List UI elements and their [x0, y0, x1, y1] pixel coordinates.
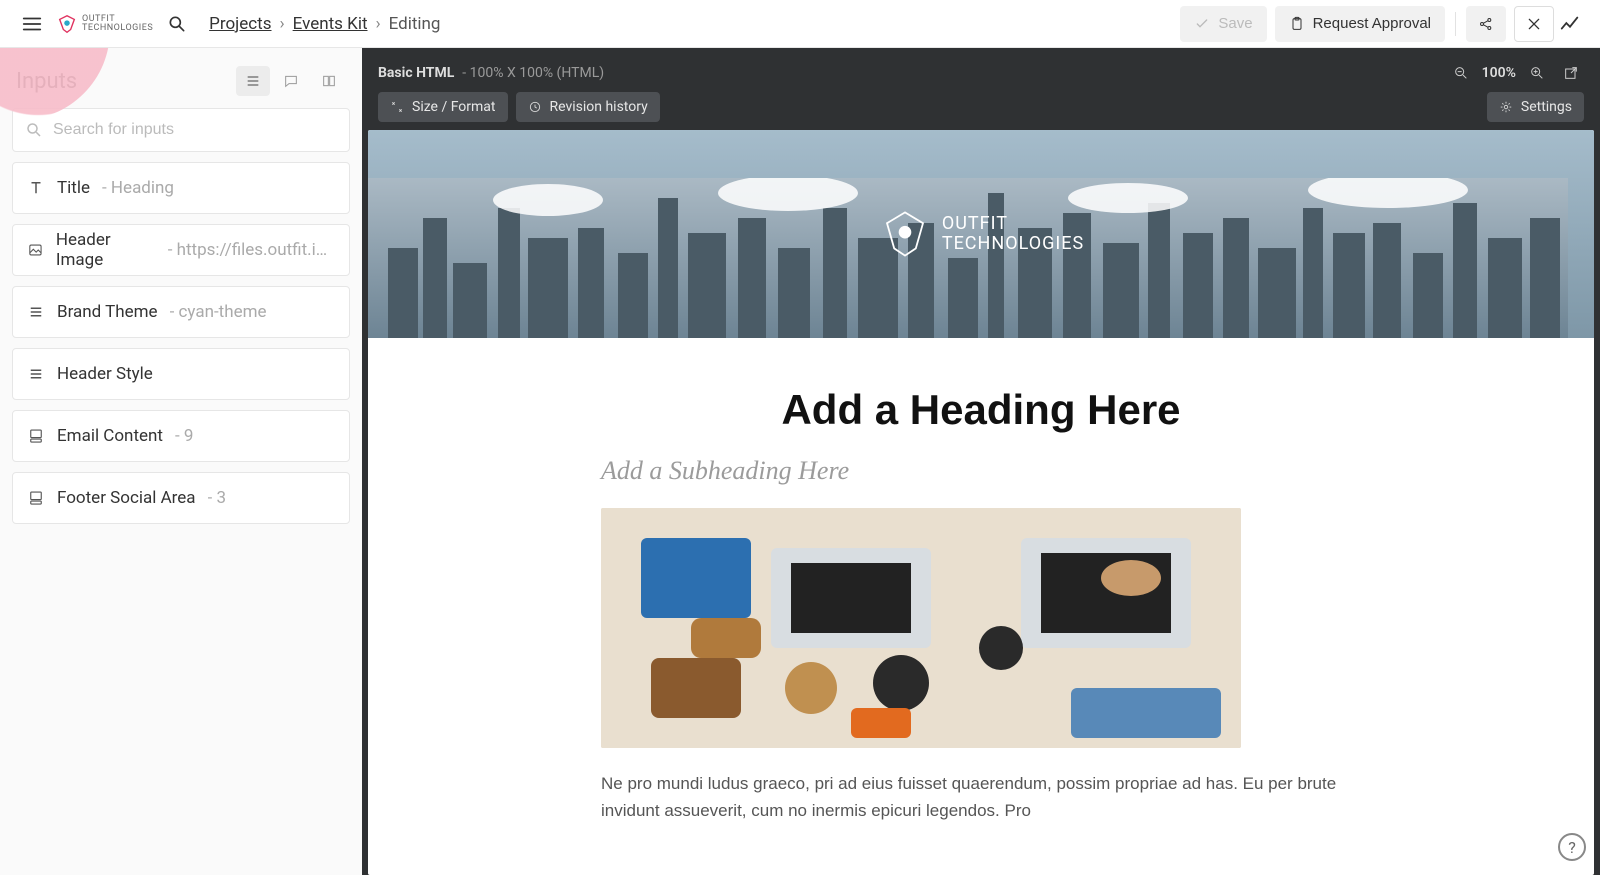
input-card-header-image[interactable]: Header Image - https://files.outfit.io/.…	[12, 224, 350, 276]
inputs-sidebar: Inputs Title - Heading Header Image - ht…	[0, 48, 362, 875]
input-card-brand-theme[interactable]: Brand Theme - cyan-theme	[12, 286, 350, 338]
view-comments-icon[interactable]	[274, 66, 308, 96]
hero-image: OUTFIT TECHNOLOGIES	[368, 130, 1594, 338]
size-format-button[interactable]: Size / Format	[378, 92, 508, 122]
request-approval-button[interactable]: Request Approval	[1275, 6, 1445, 42]
breadcrumb: Projects › Events Kit › Editing	[209, 14, 440, 34]
zoom-out-icon[interactable]	[1448, 60, 1474, 86]
input-card-header-style[interactable]: Header Style	[12, 348, 350, 400]
hamburger-menu-icon[interactable]	[14, 6, 50, 42]
stack-icon	[27, 427, 45, 445]
preview-dimensions: - 100% X 100% (HTML)	[462, 65, 604, 81]
search-icon	[25, 121, 43, 139]
list-icon	[27, 365, 45, 383]
input-card-footer-social[interactable]: Footer Social Area - 3	[12, 472, 350, 524]
app-logo[interactable]: OUTFIT TECHNOLOGIES	[56, 13, 153, 35]
help-icon[interactable]: ?	[1558, 833, 1586, 861]
chevron-right-icon: ›	[280, 14, 285, 34]
close-button[interactable]	[1514, 6, 1554, 42]
text-icon	[27, 179, 45, 197]
search-icon[interactable]	[159, 6, 195, 42]
breadcrumb-kit[interactable]: Events Kit	[293, 14, 368, 34]
analytics-icon[interactable]	[1554, 13, 1586, 35]
stack-icon	[27, 489, 45, 507]
chevron-right-icon: ›	[376, 14, 381, 34]
document-canvas[interactable]: OUTFIT TECHNOLOGIES Add a Heading Here A…	[368, 130, 1594, 875]
list-icon	[27, 303, 45, 321]
breadcrumb-projects[interactable]: Projects	[209, 14, 271, 34]
revision-history-button[interactable]: Revision history	[516, 92, 660, 122]
image-icon	[27, 241, 44, 259]
input-card-title[interactable]: Title - Heading	[12, 162, 350, 214]
share-button[interactable]	[1466, 6, 1506, 42]
save-button: Save	[1180, 6, 1266, 42]
search-input[interactable]	[53, 121, 337, 139]
preview-panel: Basic HTML - 100% X 100% (HTML) 100% Siz…	[362, 48, 1600, 875]
zoom-in-icon[interactable]	[1524, 60, 1550, 86]
logo-text: OUTFIT TECHNOLOGIES	[82, 15, 153, 33]
document-subheading[interactable]: Add a Subheading Here	[601, 456, 1361, 486]
view-list-icon[interactable]	[236, 66, 270, 96]
zoom-level: 100%	[1482, 65, 1516, 81]
open-external-icon[interactable]	[1558, 60, 1584, 86]
document-body-image[interactable]	[601, 508, 1241, 748]
breadcrumb-current: Editing	[389, 14, 441, 34]
document-heading[interactable]: Add a Heading Here	[601, 386, 1361, 434]
view-columns-icon[interactable]	[312, 66, 346, 96]
top-bar: OUTFIT TECHNOLOGIES Projects › Events Ki…	[0, 0, 1600, 48]
brand-mark: OUTFIT TECHNOLOGIES	[878, 207, 1084, 261]
document-paragraph[interactable]: Ne pro mundi ludus graeco, pri ad eius f…	[601, 770, 1361, 824]
search-input-wrapper[interactable]	[12, 108, 350, 152]
input-card-email-content[interactable]: Email Content - 9	[12, 410, 350, 462]
preview-title: Basic HTML	[378, 65, 454, 81]
settings-button[interactable]: Settings	[1487, 92, 1584, 122]
